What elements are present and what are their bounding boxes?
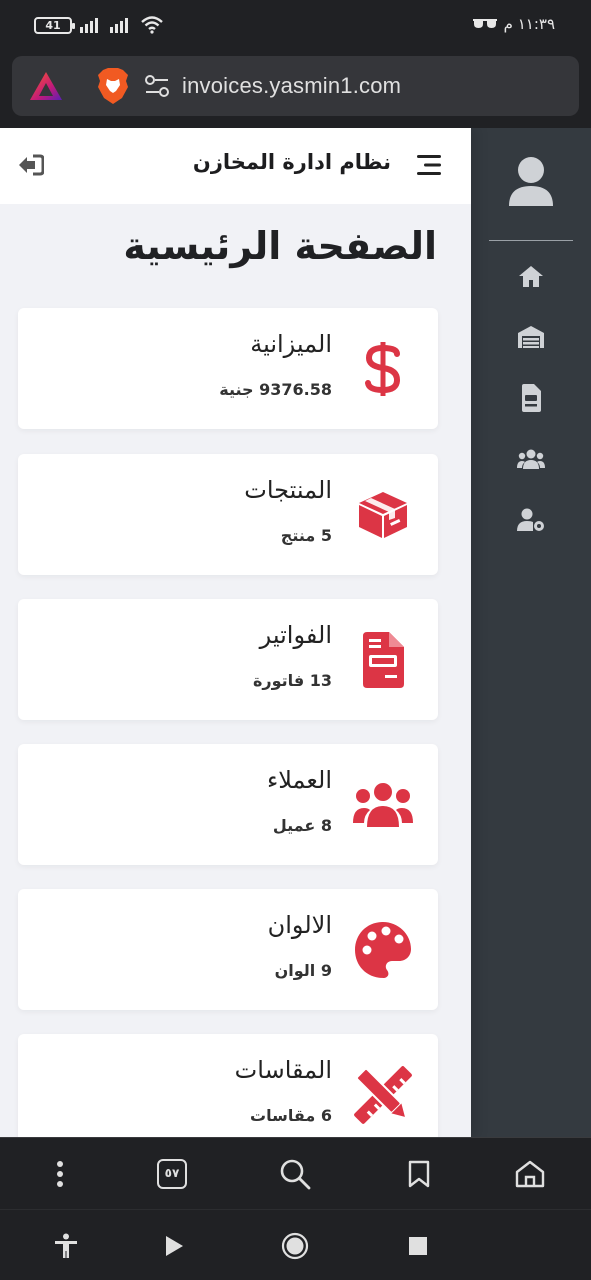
card-title: الفواتير (259, 621, 332, 649)
stat-card-budget[interactable]: الميزانية 9376.58 جنية (18, 308, 438, 429)
play-button[interactable] (158, 1230, 190, 1262)
home-icon (519, 266, 543, 287)
system-nav-bar (0, 1209, 591, 1280)
sidebar (471, 128, 591, 1137)
stat-card-products[interactable]: المنتجات 5 منتج (18, 454, 438, 575)
record-button[interactable] (279, 1230, 311, 1262)
battery-indicator: 41 (34, 16, 75, 34)
search-icon (280, 1159, 311, 1190)
sidebar-divider (489, 240, 573, 241)
browser-bottom-toolbar: ٥٧ (0, 1137, 591, 1209)
palette-icon (355, 922, 411, 978)
stat-card-invoices[interactable]: الفواتير 13 فاتورة (18, 599, 438, 720)
box-icon (359, 492, 407, 538)
url-text[interactable]: invoices.yasmin1.com (182, 73, 401, 99)
user-gear-icon (517, 508, 544, 531)
record-icon (281, 1232, 309, 1260)
site-settings-icon[interactable] (144, 74, 170, 98)
top-navbar: نظام ادارة المخازن (0, 128, 471, 204)
card-title: المنتجات (244, 476, 332, 504)
logout-icon[interactable] (18, 154, 44, 176)
more-vertical-icon (57, 1161, 63, 1187)
page-title: الصفحة الرئيسية (123, 224, 437, 268)
glasses-icon (472, 19, 497, 28)
search-button[interactable] (279, 1158, 311, 1190)
sidebar-item-invoices[interactable] (517, 384, 545, 412)
accessibility-button[interactable] (50, 1230, 82, 1262)
status-bar: 41 ١١:٣٩ م (0, 0, 591, 52)
card-value: 9 الوان (274, 961, 332, 980)
card-value: 8 عميل (272, 816, 332, 835)
tabs-button[interactable]: ٥٧ (156, 1158, 188, 1190)
card-value: 9376.58 جنية (219, 380, 332, 399)
users-icon (353, 783, 413, 827)
browser-bar: invoices.yasmin1.com (0, 52, 591, 128)
rewards-button[interactable] (12, 56, 80, 116)
sidebar-item-user-settings[interactable] (517, 506, 545, 534)
play-icon (166, 1236, 183, 1256)
tab-count-icon: ٥٧ (157, 1159, 187, 1189)
users-icon (517, 449, 545, 469)
dollar-icon (365, 342, 401, 396)
home-button[interactable] (514, 1158, 546, 1190)
card-value: 5 منتج (280, 526, 332, 545)
stop-button[interactable] (402, 1230, 434, 1262)
web-page: نظام ادارة المخازن الصفحة الرئيسية الميز… (0, 128, 591, 1137)
card-title: المقاسات (234, 1056, 332, 1084)
bookmark-icon (408, 1160, 430, 1188)
invoice-icon (363, 632, 404, 688)
warehouse-icon (518, 326, 544, 348)
card-title: الالوان (267, 911, 332, 939)
signal-icon (80, 18, 98, 33)
sidebar-item-warehouse[interactable] (517, 323, 545, 351)
stat-card-colors[interactable]: الالوان 9 الوان (18, 889, 438, 1010)
accessibility-icon (55, 1233, 77, 1258)
signal-icon (110, 18, 128, 33)
triangle-logo-icon (30, 72, 62, 100)
sidebar-item-customers[interactable] (517, 445, 545, 473)
card-title: الميزانية (250, 330, 332, 358)
stat-card-customers[interactable]: العملاء 8 عميل (18, 744, 438, 865)
bookmark-button[interactable] (403, 1158, 435, 1190)
user-avatar-icon (509, 157, 553, 206)
more-menu-button[interactable] (44, 1158, 76, 1190)
wifi-icon (141, 16, 163, 34)
address-bar[interactable]: invoices.yasmin1.com (80, 56, 579, 116)
sidebar-item-home[interactable] (517, 262, 545, 290)
app-title: نظام ادارة المخازن (192, 150, 391, 174)
stop-icon (409, 1237, 427, 1255)
brave-lion-icon[interactable] (96, 67, 130, 105)
avatar[interactable] (507, 156, 555, 212)
stat-card-sizes[interactable]: المقاسات 6 مقاسات (18, 1034, 438, 1137)
card-title: العملاء (266, 766, 332, 794)
home-outline-icon (515, 1160, 545, 1188)
main-content: نظام ادارة المخازن الصفحة الرئيسية الميز… (0, 128, 471, 1137)
ruler-pencil-icon (354, 1066, 412, 1124)
card-value: 13 فاتورة (252, 671, 332, 690)
menu-icon[interactable] (417, 153, 441, 177)
file-invoice-icon (522, 384, 541, 412)
status-time: ١١:٣٩ م (503, 15, 555, 33)
card-value: 6 مقاسات (250, 1106, 332, 1125)
